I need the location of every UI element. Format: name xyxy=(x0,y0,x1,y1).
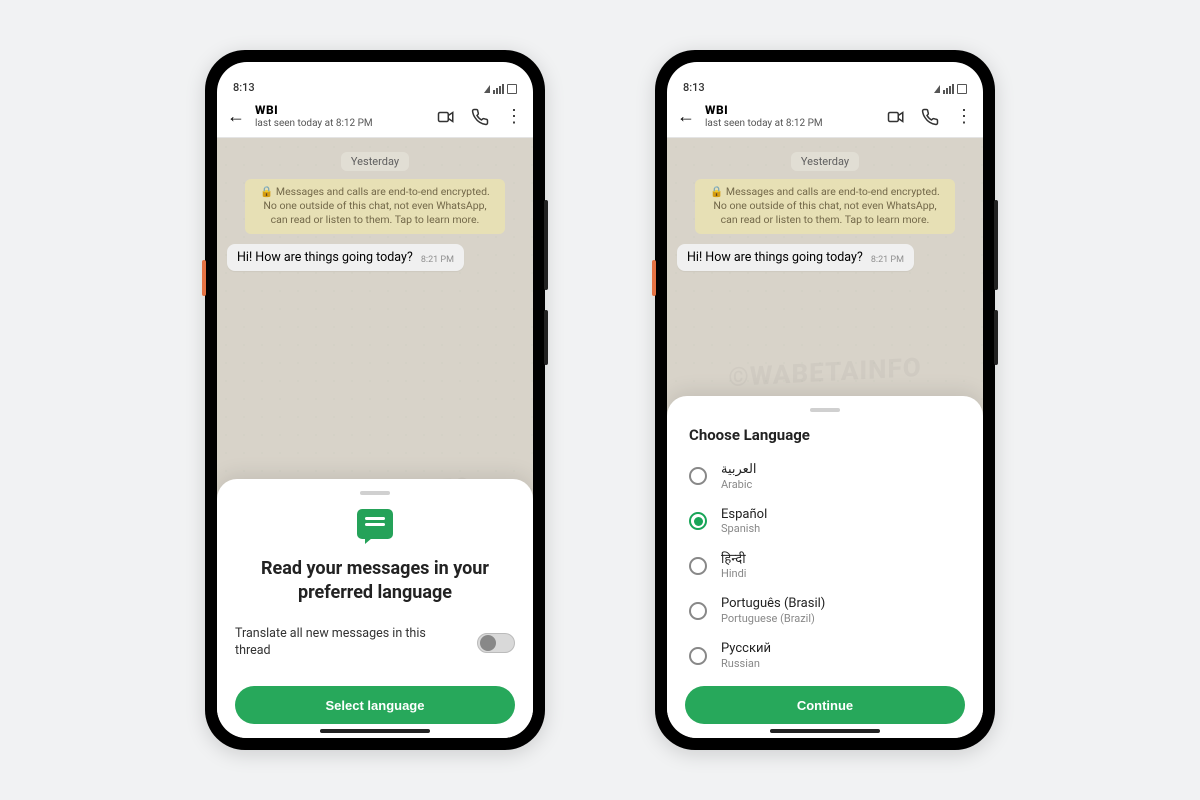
signal-icon xyxy=(943,84,954,94)
last-seen-label: last seen today at 8:12 PM xyxy=(255,118,427,129)
radio-icon[interactable] xyxy=(689,647,707,665)
language-native-label: हिन्दी xyxy=(721,552,746,568)
radio-icon[interactable] xyxy=(689,602,707,620)
language-option[interactable]: Português (Brasil)Portuguese (Brazil) xyxy=(685,588,965,633)
battery-icon xyxy=(957,84,967,94)
language-english-label: Spanish xyxy=(721,522,767,535)
contact-name[interactable]: WBI xyxy=(255,104,427,117)
language-option[interactable]: हिन्दीHindi xyxy=(685,544,965,589)
language-option[interactable]: العربيةArabic xyxy=(685,454,965,499)
sheet-title: Choose Language xyxy=(689,426,965,444)
status-icons xyxy=(934,84,967,94)
status-bar: 8:13 xyxy=(217,62,533,96)
back-icon[interactable]: ← xyxy=(677,106,695,127)
toggle-label: Translate all new messages in this threa… xyxy=(235,626,463,660)
clock: 8:13 xyxy=(233,81,255,94)
sheet-grab-handle[interactable] xyxy=(810,408,840,412)
phone-power-button xyxy=(994,310,998,365)
radio-icon[interactable] xyxy=(689,467,707,485)
language-native-label: Español xyxy=(721,507,767,523)
phone-power-button xyxy=(544,310,548,365)
language-english-label: Portuguese (Brazil) xyxy=(721,612,825,625)
continue-button[interactable]: Continue xyxy=(685,686,965,724)
video-call-icon[interactable] xyxy=(887,108,905,126)
language-english-label: Arabic xyxy=(721,478,757,491)
translate-icon xyxy=(357,509,393,539)
wifi-icon xyxy=(484,85,490,93)
signal-icon xyxy=(493,84,504,94)
language-list: العربيةArabicEspañolSpanishहिन्दीHindiPo… xyxy=(685,454,965,678)
phone-screen-left: 8:13 ← WBI last seen today at 8:12 PM ⋮ … xyxy=(217,62,533,738)
translate-toggle[interactable] xyxy=(477,633,515,653)
phone-volume-button xyxy=(994,200,998,290)
nav-gesture-bar[interactable] xyxy=(770,729,880,733)
more-icon[interactable]: ⋮ xyxy=(505,108,523,126)
phone-mockup-right: 8:13 ← WBI last seen today at 8:12 PM ⋮ … xyxy=(655,50,995,750)
clock: 8:13 xyxy=(683,81,705,94)
contact-name[interactable]: WBI xyxy=(705,104,877,117)
chat-header: ← WBI last seen today at 8:12 PM ⋮ xyxy=(217,96,533,138)
language-option[interactable]: РусскийRussian xyxy=(685,633,965,678)
phone-side-button xyxy=(202,260,206,296)
language-bottom-sheet: Choose Language العربيةArabicEspañolSpan… xyxy=(667,396,983,738)
language-native-label: العربية xyxy=(721,462,757,478)
more-icon[interactable]: ⋮ xyxy=(955,108,973,126)
chat-header: ← WBI last seen today at 8:12 PM ⋮ xyxy=(667,96,983,138)
sheet-grab-handle[interactable] xyxy=(360,491,390,495)
translate-toggle-row: Translate all new messages in this threa… xyxy=(235,626,515,660)
phone-mockup-left: 8:13 ← WBI last seen today at 8:12 PM ⋮ … xyxy=(205,50,545,750)
last-seen-label: last seen today at 8:12 PM xyxy=(705,118,877,129)
select-language-button[interactable]: Select language xyxy=(235,686,515,724)
nav-gesture-bar[interactable] xyxy=(320,729,430,733)
language-native-label: Português (Brasil) xyxy=(721,596,825,612)
status-icons xyxy=(484,84,517,94)
phone-volume-button xyxy=(544,200,548,290)
wifi-icon xyxy=(934,85,940,93)
battery-icon xyxy=(507,84,517,94)
language-english-label: Hindi xyxy=(721,567,746,580)
voice-call-icon[interactable] xyxy=(471,108,489,126)
language-option[interactable]: EspañolSpanish xyxy=(685,499,965,544)
sheet-title: Read your messages in your preferred lan… xyxy=(235,557,515,604)
status-bar: 8:13 xyxy=(667,62,983,96)
phone-screen-right: 8:13 ← WBI last seen today at 8:12 PM ⋮ … xyxy=(667,62,983,738)
radio-icon[interactable] xyxy=(689,512,707,530)
back-icon[interactable]: ← xyxy=(227,106,245,127)
video-call-icon[interactable] xyxy=(437,108,455,126)
language-native-label: Русский xyxy=(721,641,771,657)
radio-icon[interactable] xyxy=(689,557,707,575)
phone-side-button xyxy=(652,260,656,296)
translate-bottom-sheet: Read your messages in your preferred lan… xyxy=(217,479,533,738)
voice-call-icon[interactable] xyxy=(921,108,939,126)
language-english-label: Russian xyxy=(721,657,771,670)
